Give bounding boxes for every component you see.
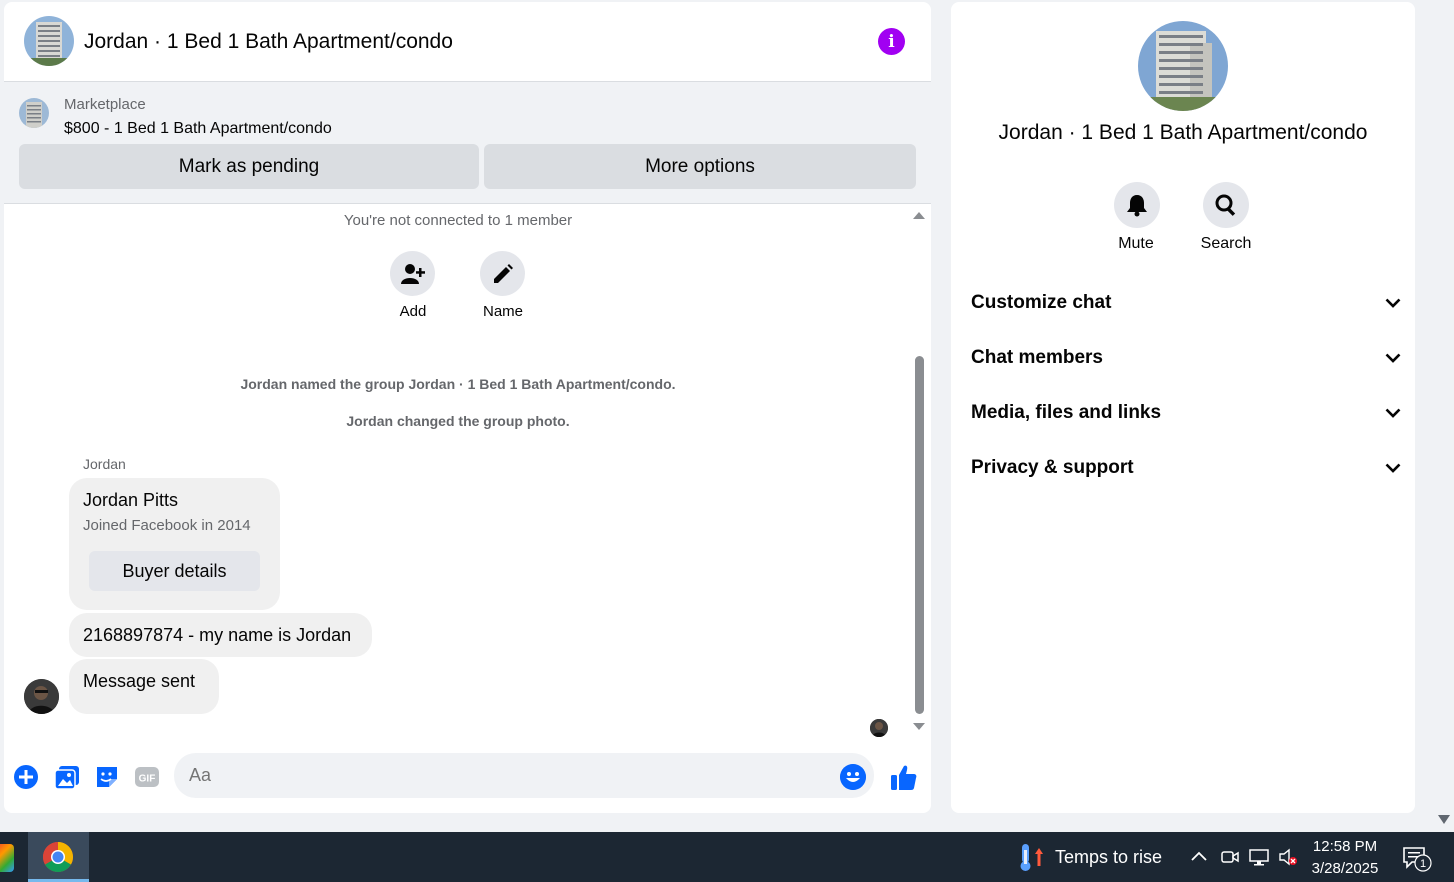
mute-label: Mute: [1118, 235, 1154, 252]
chevron-down-icon: [1385, 298, 1401, 308]
section-media-files-links[interactable]: Media, files and links: [971, 393, 1401, 433]
page-scroll-down-arrow[interactable]: [1437, 814, 1451, 826]
sender-avatar[interactable]: [24, 679, 59, 714]
name-group-button[interactable]: [480, 251, 525, 296]
section-label: Chat members: [971, 347, 1103, 368]
name-label: Name: [482, 303, 523, 320]
mute-button[interactable]: [1114, 182, 1160, 228]
section-chat-members[interactable]: Chat members: [971, 338, 1401, 378]
clock-time: 12:58 PM: [1312, 838, 1378, 855]
photo-icon[interactable]: [54, 764, 80, 790]
add-person-icon: [400, 263, 425, 284]
search-label: Search: [1200, 235, 1252, 252]
section-label: Media, files and links: [971, 402, 1162, 423]
chevron-down-icon: [1385, 408, 1401, 418]
add-label: Add: [399, 303, 427, 320]
chat-header: Jordan · 1 Bed 1 Bath Apartment/condo i: [4, 2, 931, 82]
search-icon: [1215, 194, 1236, 216]
group-photo[interactable]: [1138, 21, 1228, 111]
thumbs-up-icon[interactable]: [889, 762, 919, 792]
windows-taskbar: Temps to rise 12:58 PM 3/28/2025 1: [0, 832, 1454, 882]
chat-title[interactable]: Jordan · 1 Bed 1 Bath Apartment/condo: [84, 30, 453, 54]
chrome-icon: [42, 842, 74, 873]
svg-text:GIF: GIF: [139, 774, 156, 785]
section-privacy-support[interactable]: Privacy & support: [971, 448, 1401, 488]
scroll-up-arrow[interactable]: [912, 210, 926, 220]
thermometer-icon: [1020, 844, 1043, 871]
pencil-icon: [493, 263, 513, 283]
sender-name: Jordan: [83, 456, 126, 472]
system-message: Jordan named the group Jordan · 1 Bed 1 …: [240, 376, 676, 392]
message-input[interactable]: [174, 753, 874, 798]
volume-muted-icon[interactable]: [1278, 848, 1298, 866]
chevron-down-icon: [1385, 463, 1401, 473]
mark-as-pending-button[interactable]: Mark as pending: [19, 144, 479, 189]
add-member-button[interactable]: [390, 251, 435, 296]
emoji-icon[interactable]: [840, 764, 866, 790]
message-list[interactable]: You're not connected to 1 member Add Nam…: [4, 204, 931, 739]
chat-info-panel: Jordan · 1 Bed 1 Bath Apartment/condo Mu…: [951, 2, 1415, 813]
marketplace-label: Marketplace: [64, 96, 146, 113]
buyer-joined: Joined Facebook in 2014: [83, 517, 251, 534]
info-icon[interactable]: i: [878, 28, 905, 55]
clock-date: 3/28/2025: [1311, 860, 1379, 877]
taskbar-chrome[interactable]: [28, 832, 89, 882]
search-button[interactable]: [1203, 182, 1249, 228]
chevron-up-icon[interactable]: [1189, 848, 1209, 866]
notification-center-icon[interactable]: 1: [1402, 846, 1434, 872]
scrollbar-thumb[interactable]: [915, 356, 924, 714]
bell-icon: [1127, 195, 1147, 217]
marketplace-bar: Marketplace $800 - 1 Bed 1 Bath Apartmen…: [4, 82, 931, 204]
network-icon[interactable]: [1249, 848, 1269, 866]
section-customize-chat[interactable]: Customize chat: [971, 283, 1401, 323]
chat-panel: Jordan · 1 Bed 1 Bath Apartment/condo i …: [4, 2, 931, 813]
system-clock[interactable]: 12:58 PM 3/28/2025: [1300, 836, 1390, 880]
not-connected-notice: You're not connected to 1 member: [343, 212, 573, 229]
weather-text: Temps to rise: [1055, 846, 1163, 867]
section-label: Privacy & support: [971, 457, 1134, 478]
weather-widget[interactable]: Temps to rise: [1016, 842, 1166, 872]
gif-icon[interactable]: GIF: [134, 764, 160, 790]
taskbar-app-icon[interactable]: [0, 844, 14, 872]
sticker-icon[interactable]: [94, 764, 120, 790]
more-options-button[interactable]: More options: [484, 144, 916, 189]
message-bubble[interactable]: Message sent: [69, 659, 219, 714]
listing-title[interactable]: $800 - 1 Bed 1 Bath Apartment/condo: [64, 120, 332, 138]
message-composer: GIF: [4, 746, 931, 806]
buyer-name: Jordan Pitts: [83, 490, 179, 510]
message-bubble[interactable]: 2168897874 - my name is Jordan: [69, 613, 372, 657]
seen-indicator-avatar: [870, 719, 888, 737]
scroll-down-arrow[interactable]: [912, 722, 926, 732]
plus-circle-icon[interactable]: [13, 764, 39, 790]
group-avatar[interactable]: [24, 16, 74, 66]
system-message: Jordan changed the group photo.: [346, 413, 570, 429]
meet-now-icon[interactable]: [1220, 848, 1240, 866]
info-title: Jordan · 1 Bed 1 Bath Apartment/condo: [998, 121, 1368, 144]
buyer-card: Jordan Pitts Joined Facebook in 2014 Buy…: [69, 478, 280, 610]
chevron-down-icon: [1385, 353, 1401, 363]
listing-thumbnail[interactable]: [19, 98, 49, 128]
buyer-details-button[interactable]: Buyer details: [89, 551, 260, 591]
section-label: Customize chat: [971, 292, 1112, 313]
notification-count: 1: [1420, 858, 1426, 870]
